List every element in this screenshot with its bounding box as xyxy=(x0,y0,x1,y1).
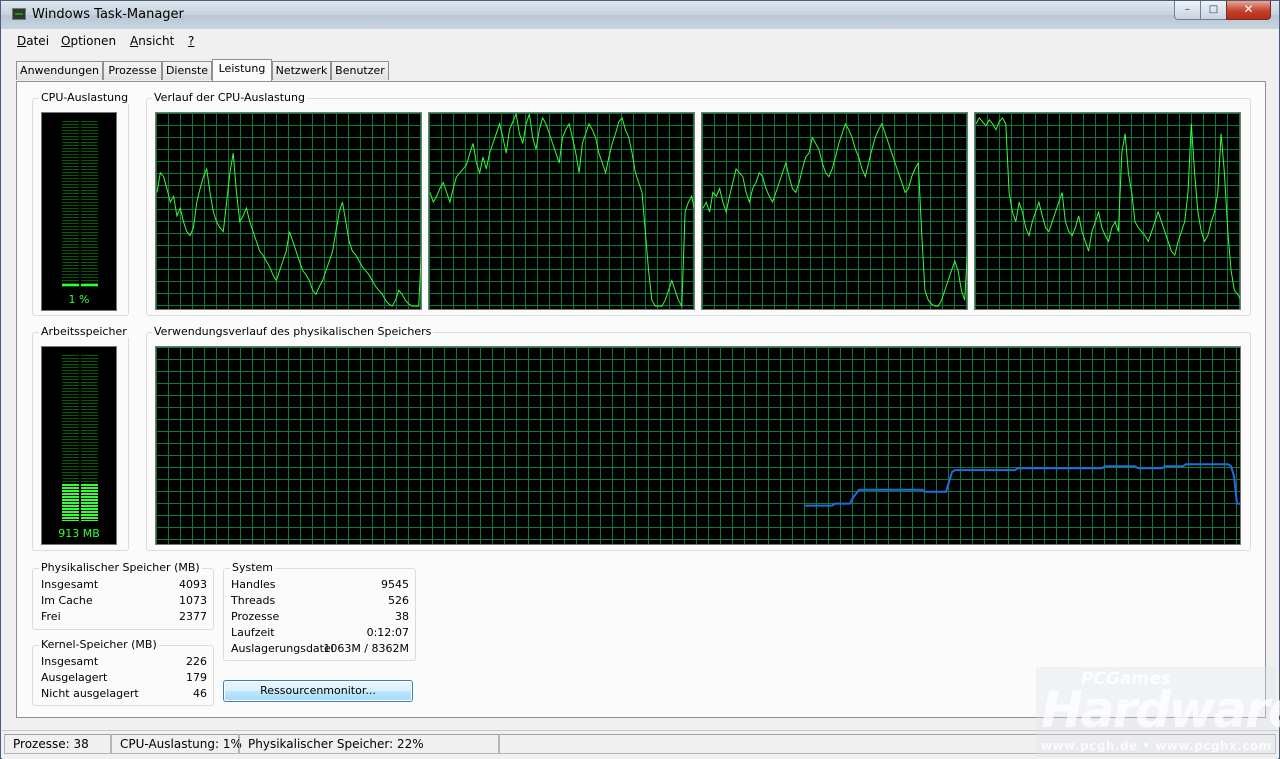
system-row: Handles 9545 xyxy=(231,578,409,592)
stat-value: 4093 xyxy=(179,578,207,591)
system-title: System xyxy=(230,561,276,574)
stat-value: 179 xyxy=(186,671,207,684)
cpu-core-3-graph xyxy=(701,112,968,310)
resource-monitor-button[interactable]: Ressourcenmonitor... xyxy=(223,680,413,702)
cpu-history-label: Verlauf der CPU-Auslastung xyxy=(152,91,307,104)
memory-gauge-label: Arbeitsspeicher xyxy=(39,325,129,338)
performance-panel: CPU-Auslastung 1 % Verlauf der CPU-Ausla… xyxy=(16,81,1266,718)
stat-key: Threads xyxy=(231,594,276,607)
stat-value: 9545 xyxy=(381,578,409,591)
cpu-core-2-line xyxy=(429,113,694,308)
stat-value: 46 xyxy=(193,687,207,700)
tab-anwendungen[interactable]: Anwendungen xyxy=(16,61,103,80)
task-manager-window: Windows Task-Manager – □ ✕ Datei Optione… xyxy=(0,0,1280,759)
stat-key: Im Cache xyxy=(41,594,93,607)
watermark-url: www.pcgh.de • www.pcghx.com xyxy=(1041,739,1272,753)
cpu-gauge-value: 1 % xyxy=(68,293,90,306)
cpu-core-1-graph xyxy=(155,112,422,310)
menu-bar: Datei Optionen Ansicht ? xyxy=(2,30,1278,52)
physical-memory-row: Frei 2377 xyxy=(41,610,207,624)
kernel-memory-row: Insgesamt 226 xyxy=(41,655,207,669)
memory-history-graph xyxy=(155,346,1241,545)
cpu-usage-gauge: 1 % xyxy=(41,112,117,311)
tab-benutzer[interactable]: Benutzer xyxy=(331,61,389,80)
kernel-memory-row: Ausgelagert 179 xyxy=(41,671,207,685)
memory-usage-gauge: 913 MB xyxy=(41,346,117,545)
tab-leistung[interactable]: Leistung xyxy=(212,59,272,81)
stat-value: 1063M / 8362M xyxy=(323,642,409,655)
maximize-button[interactable]: □ xyxy=(1200,1,1227,20)
stat-key: Insgesamt xyxy=(41,578,99,591)
cpu-core-1-line xyxy=(156,153,421,307)
tab-prozesse[interactable]: Prozesse xyxy=(103,61,162,80)
menu-datei[interactable]: Datei xyxy=(17,34,49,48)
stat-key: Handles xyxy=(231,578,276,591)
status-processes: Prozesse: 38 xyxy=(4,734,111,754)
kernel-memory-title: Kernel-Speicher (MB) xyxy=(39,638,159,651)
tab-dienste[interactable]: Dienste xyxy=(162,61,212,80)
system-row: Laufzeit 0:12:07 xyxy=(231,626,409,640)
stat-value: 226 xyxy=(186,655,207,668)
stat-value: 1073 xyxy=(179,594,207,607)
stat-key: Auslagerungsdatei xyxy=(231,642,334,655)
pcgh-watermark: PCGames Hardware www.pcgh.de • www.pcghx… xyxy=(1036,667,1280,757)
stat-value: 2377 xyxy=(179,610,207,623)
cpu-core-4-graph xyxy=(974,112,1241,310)
window-title: Windows Task-Manager xyxy=(32,7,184,22)
stat-key: Frei xyxy=(41,610,61,623)
close-button[interactable]: ✕ xyxy=(1226,1,1271,20)
cpu-gauge-label: CPU-Auslastung xyxy=(39,91,131,104)
menu-optionen[interactable]: Optionen xyxy=(61,34,116,48)
memory-history-label: Verwendungsverlauf des physikalischen Sp… xyxy=(152,325,434,338)
cpu-core-2-graph xyxy=(428,112,695,310)
minimize-button[interactable]: – xyxy=(1174,1,1201,20)
cpu-gauge-fill xyxy=(62,284,98,287)
status-cpu: CPU-Auslastung: 1% xyxy=(111,734,242,754)
memory-history-line xyxy=(805,463,1240,507)
cpu-gauge-empty-bars xyxy=(62,121,98,287)
stat-key: Nicht ausgelagert xyxy=(41,687,139,700)
physical-memory-row: Insgesamt 4093 xyxy=(41,578,207,592)
tab-netzwerk[interactable]: Netzwerk xyxy=(272,61,331,80)
stat-value: 526 xyxy=(388,594,409,607)
menu-help[interactable]: ? xyxy=(188,34,194,48)
stat-key: Insgesamt xyxy=(41,655,99,668)
system-row: Auslagerungsdatei 1063M / 8362M xyxy=(231,642,409,656)
watermark-brand-main: Hardware xyxy=(1041,681,1280,739)
system-row: Prozesse 38 xyxy=(231,610,409,624)
stat-key: Prozesse xyxy=(231,610,280,623)
stat-value: 38 xyxy=(395,610,409,623)
memory-gauge-fill xyxy=(62,484,98,521)
title-bar[interactable]: Windows Task-Manager – □ ✕ xyxy=(1,1,1279,29)
status-memory: Physikalischer Speicher: 22% xyxy=(239,734,499,754)
stat-key: Ausgelagert xyxy=(41,671,108,684)
menu-ansicht[interactable]: Ansicht xyxy=(130,34,174,48)
task-manager-icon xyxy=(12,8,26,20)
system-row: Threads 526 xyxy=(231,594,409,608)
stat-value: 0:12:07 xyxy=(366,626,409,639)
cpu-core-4-line xyxy=(975,117,1240,300)
physical-memory-title: Physikalischer Speicher (MB) xyxy=(39,561,202,574)
stat-key: Laufzeit xyxy=(231,626,275,639)
memory-gauge-value: 913 MB xyxy=(58,527,100,540)
kernel-memory-row: Nicht ausgelagert 46 xyxy=(41,687,207,701)
physical-memory-row: Im Cache 1073 xyxy=(41,594,207,608)
cpu-core-3-line xyxy=(702,122,967,307)
